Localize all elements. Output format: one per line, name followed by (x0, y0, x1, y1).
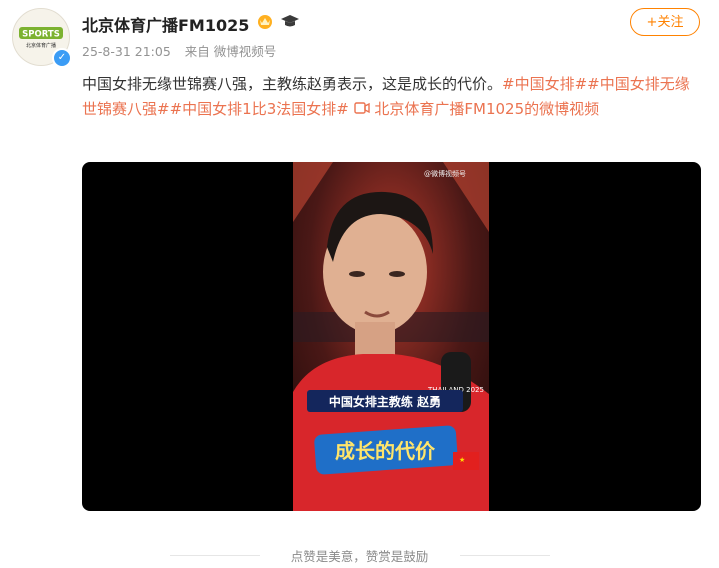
crown-icon (258, 15, 272, 29)
video-caption-title: 成长的代价 (335, 439, 436, 463)
svg-text:★: ★ (459, 456, 465, 464)
graduation-cap-icon (281, 15, 299, 27)
post-text: 中国女排无缘世锦赛八强，主教练赵勇表示，这是成长的代价。#中国女排##中国女排无… (82, 72, 704, 122)
post-meta: 25-8-31 21:05 来自 微博视频号 (82, 41, 286, 60)
account-name[interactable]: 北京体育广播FM1025 (82, 12, 249, 36)
video-frame[interactable]: THAILAND 2025 中国女排主教练 赵勇 成长的代价 ★ @微博视频号 (293, 162, 489, 511)
avatar-sub-text: 北京体育广播 (26, 42, 56, 49)
topic-link[interactable]: #中国女排# (502, 75, 587, 93)
video-link-icon (353, 100, 375, 118)
follow-button[interactable]: +关注 (630, 8, 700, 36)
video-watermark: @微博视频号 (424, 169, 466, 178)
post-body: 中国女排无缘世锦赛八强，主教练赵勇表示，这是成长的代价。 (82, 75, 503, 93)
video-link[interactable]: 北京体育广播FM1025的微博视频 (374, 100, 599, 118)
post-source[interactable]: 来自 微博视频号 (185, 44, 276, 59)
verified-icon: ✓ (52, 48, 72, 68)
video-player[interactable]: THAILAND 2025 中国女排主教练 赵勇 成长的代价 ★ @微博视频号 (82, 162, 701, 511)
avatar-logo-text: SPORTS (22, 30, 60, 40)
topic-link[interactable]: #中国女排1比3法国女排# (170, 100, 349, 118)
footer-reward-text: 点赞是美意，赞赏是鼓励 (0, 546, 719, 565)
post-time[interactable]: 25-8-31 21:05 (82, 44, 171, 59)
video-caption-name: 中国女排主教练 赵勇 (329, 394, 441, 409)
footer-text: 点赞是美意，赞赏是鼓励 (282, 549, 437, 564)
